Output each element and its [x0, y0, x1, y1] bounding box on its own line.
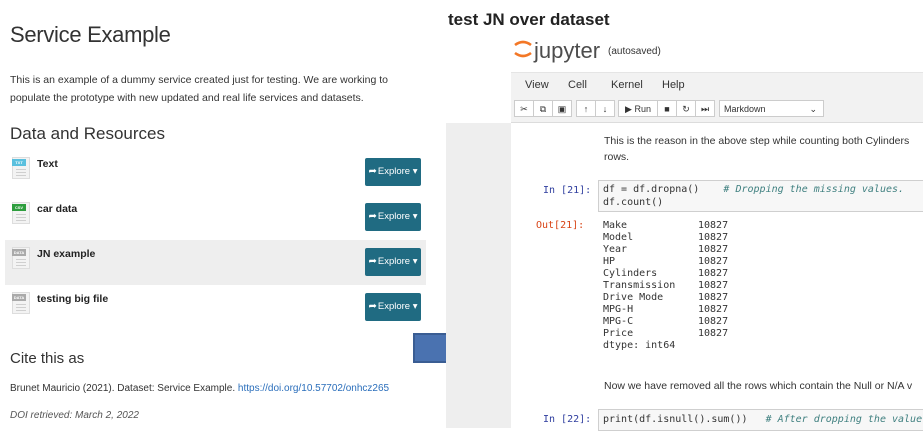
share-icon: ➦ — [368, 166, 377, 177]
txt-file-icon: TXT — [12, 157, 30, 179]
doi-retrieved: DOI retrieved: March 2, 2022 — [10, 410, 139, 421]
input-prompt: In [21]: — [543, 185, 592, 196]
paste-icon[interactable]: ▣ — [552, 100, 572, 117]
cite-heading: Cite this as — [10, 350, 85, 367]
explore-button[interactable]: ➦Explore ▾ — [365, 203, 421, 231]
output-name: Transmission — [603, 280, 676, 291]
explore-button[interactable]: ➦Explore ▾ — [365, 293, 421, 321]
resource-label: car data — [37, 203, 78, 215]
output-name: Make — [603, 220, 628, 231]
autosave-status: (autosaved) — [608, 46, 661, 57]
resource-label: JN example — [37, 248, 96, 260]
cell-type-select[interactable]: Markdown ⌄ — [719, 100, 824, 117]
output-name: Cylinders — [603, 268, 658, 279]
resource-item-testing-big-file[interactable]: DATA testing big file ➦Explore ▾ — [5, 285, 426, 330]
menu-view[interactable]: View — [525, 79, 549, 91]
code-cell[interactable]: df = df.dropna() # Dropping the missing … — [598, 180, 923, 212]
explore-button[interactable]: ➦Explore ▾ — [365, 158, 421, 186]
caret-down-icon: ▾ — [412, 211, 418, 222]
menu-bar: View Cell Kernel Help — [511, 72, 923, 98]
output-name: HP — [603, 256, 616, 267]
stop-icon[interactable]: ■ — [657, 100, 677, 117]
output-value: 10827 — [698, 244, 729, 255]
output-value: 10827 — [698, 292, 729, 303]
citation-text: Brunet Mauricio (2021). Dataset: Service… — [10, 383, 390, 394]
output-value: 10827 — [698, 304, 729, 315]
notebook-heading: test JN over dataset — [448, 10, 610, 29]
output-value: 10827 — [698, 316, 729, 327]
markdown-text: Now we have removed all the rows which c… — [604, 380, 913, 392]
move-down-icon[interactable]: ↓ — [595, 100, 615, 117]
output-value: 10827 — [698, 256, 729, 267]
output-value: 10827 — [698, 268, 729, 279]
share-icon: ➦ — [368, 301, 377, 312]
caret-down-icon: ▾ — [412, 301, 418, 312]
resource-item-text[interactable]: TXT Text ➦Explore ▾ — [5, 150, 426, 195]
output-value: 10827 — [698, 220, 729, 231]
data-file-icon: DATA — [12, 292, 30, 314]
restart-icon[interactable]: ↻ — [676, 100, 696, 117]
output-value: 10827 — [698, 328, 729, 339]
cut-icon[interactable]: ✂ — [514, 100, 534, 117]
jupyter-wordmark: jupyter — [534, 38, 601, 63]
service-title: Service Example — [10, 22, 171, 47]
output-name: Price — [603, 328, 634, 339]
resources-heading: Data and Resources — [10, 124, 165, 143]
menu-kernel[interactable]: Kernel — [611, 79, 643, 91]
resource-label: Text — [37, 158, 58, 170]
menu-help[interactable]: Help — [662, 79, 685, 91]
caret-down-icon: ▾ — [412, 256, 418, 267]
output-name: Drive Mode — [603, 292, 664, 303]
resource-item-jn-example[interactable]: DATA JN example ➦Explore ▾ — [5, 240, 426, 285]
share-icon: ➦ — [368, 256, 377, 267]
output-prompt: Out[21]: — [536, 220, 585, 231]
output-value: 10827 — [698, 232, 729, 243]
play-icon: ▶ — [625, 104, 632, 114]
output-name: Model — [603, 232, 634, 243]
explore-button[interactable]: ➦Explore ▾ — [365, 248, 421, 276]
fast-forward-icon[interactable]: ⏭ — [695, 100, 715, 117]
service-panel: Service Example This is an example of a … — [0, 0, 440, 428]
resource-item-car-data[interactable]: CSV car data ➦Explore ▾ — [5, 195, 426, 240]
share-icon: ➦ — [368, 211, 377, 222]
jupyter-logo-icon — [514, 40, 532, 58]
copy-icon[interactable]: ⧉ — [533, 100, 553, 117]
csv-file-icon: CSV — [12, 202, 30, 224]
run-button[interactable]: ▶ Run — [618, 100, 658, 117]
markdown-text: rows. — [604, 151, 630, 163]
output-name: MPG-C — [603, 316, 634, 327]
output-value: 10827 — [698, 280, 729, 291]
move-up-icon[interactable]: ↑ — [576, 100, 596, 117]
doi-link[interactable]: https://doi.org/10.57702/onhcz265 — [238, 383, 389, 394]
output-name: Year — [603, 244, 628, 255]
menu-cell[interactable]: Cell — [568, 79, 587, 91]
input-prompt: In [22]: — [543, 414, 592, 425]
resource-label: testing big file — [37, 293, 109, 305]
output-name: MPG-H — [603, 304, 634, 315]
caret-down-icon: ▾ — [412, 166, 418, 177]
service-description: This is an example of a dummy service cr… — [10, 74, 388, 104]
notebook-toolbar: ✂ ⧉ ▣ ↑ ↓ ▶ Run ■ ↻ ⏭ Markdown ⌄ — [511, 97, 923, 123]
chevron-down-icon: ⌄ — [809, 104, 817, 114]
markdown-text: This is the reason in the above step whi… — [604, 135, 910, 147]
output-dtype: dtype: int64 — [603, 340, 676, 351]
data-file-icon: DATA — [12, 247, 30, 269]
